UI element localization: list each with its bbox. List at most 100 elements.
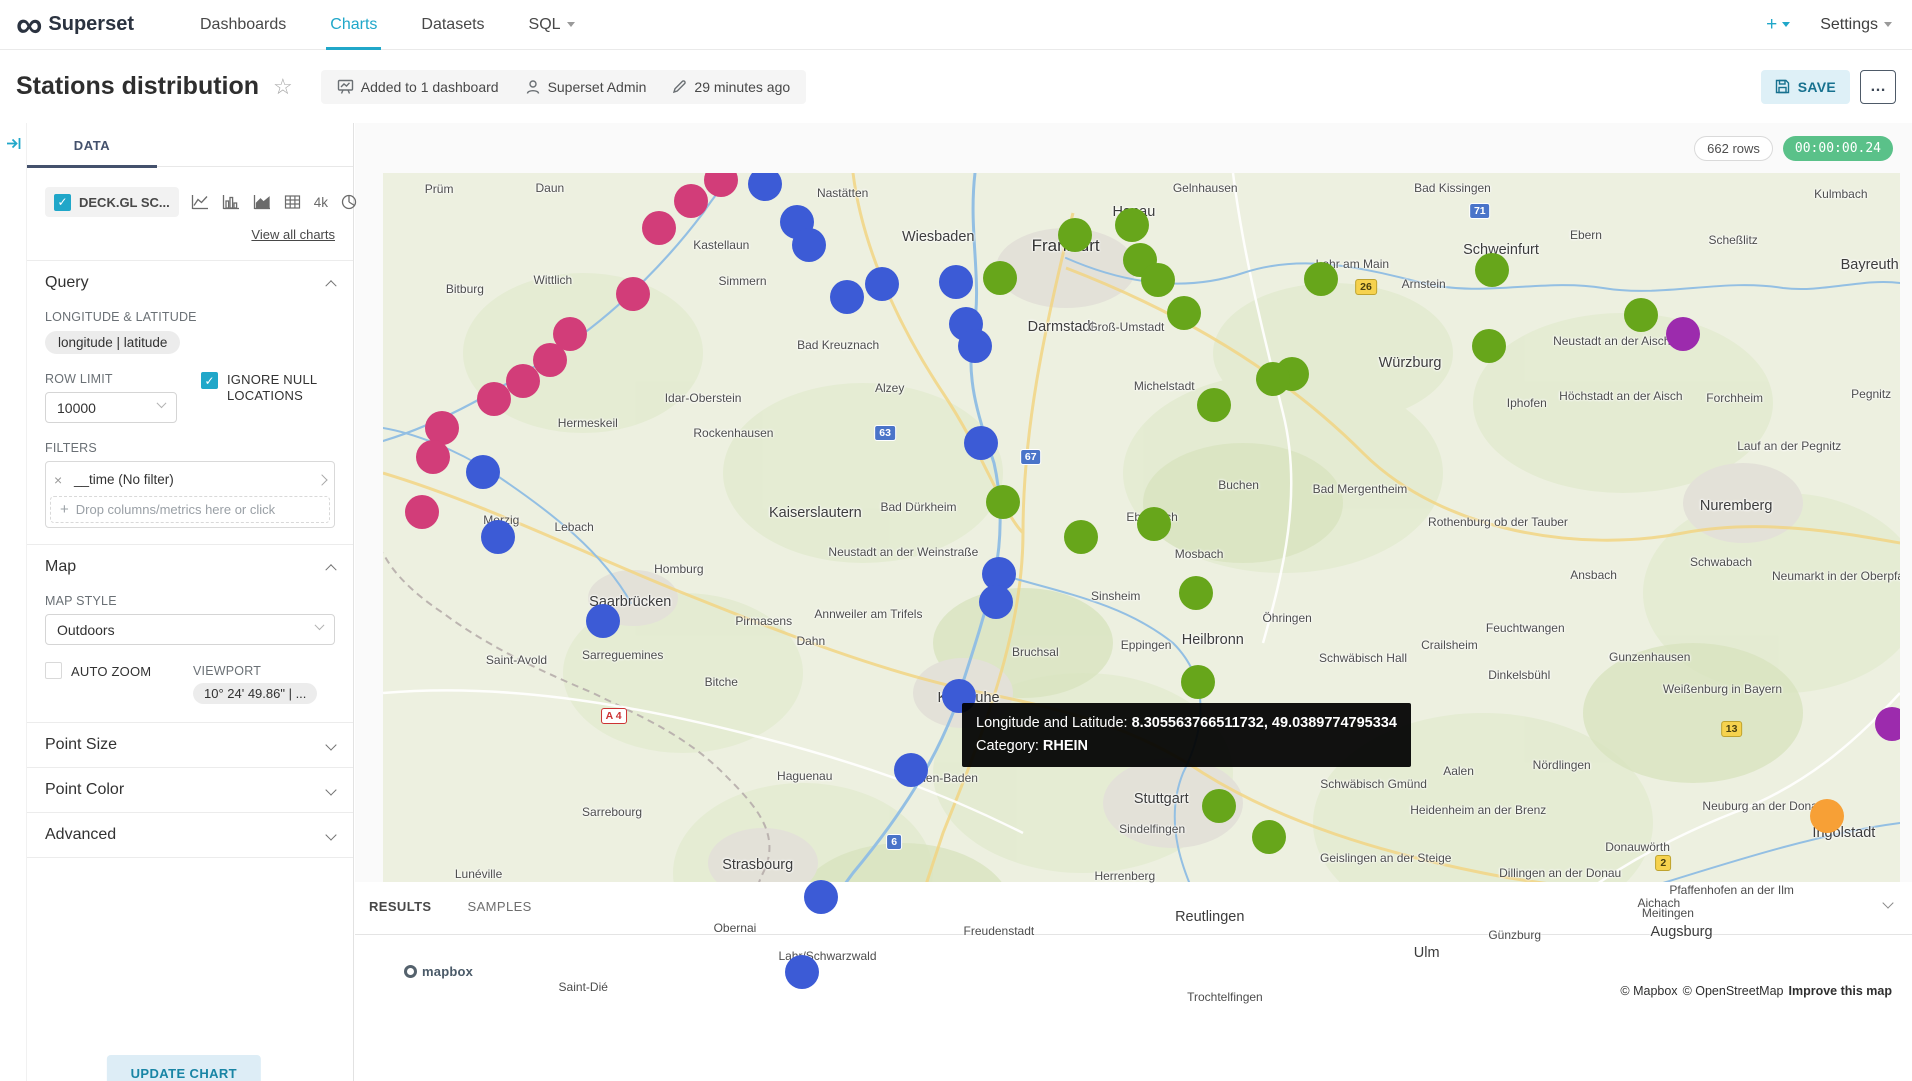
ignore-null-checkbox[interactable]: ✓ (201, 372, 218, 389)
map-point-green[interactable] (1167, 296, 1201, 330)
map-point-green[interactable] (983, 261, 1017, 295)
map-section-header[interactable]: Map (45, 558, 335, 576)
results-tab-samples[interactable]: SAMPLES (468, 899, 532, 914)
dashboard-count[interactable]: Added to 1 dashboard (337, 78, 499, 95)
viz-4k-label[interactable]: 4k (314, 195, 328, 210)
map-point-green[interactable] (1252, 820, 1286, 854)
viewport-value-pill[interactable]: 10° 24' 49.86" | ... (193, 683, 317, 704)
row-count-badge: 662 rows (1694, 136, 1773, 161)
viz-type-chip[interactable]: ✓ DECK.GL SC... (45, 187, 179, 217)
map-point-blue[interactable] (481, 520, 515, 554)
map-point-blue[interactable] (466, 455, 500, 489)
map-point-green[interactable] (1202, 789, 1236, 823)
map-point-blue[interactable] (958, 329, 992, 363)
remove-filter-icon[interactable]: × (54, 472, 74, 488)
section-advanced[interactable]: Advanced (27, 813, 353, 858)
map-point-green[interactable] (1181, 665, 1215, 699)
nav-item-dashboards[interactable]: Dashboards (178, 0, 308, 49)
map-point-purple[interactable] (1666, 317, 1700, 351)
caret-down-icon (1884, 22, 1892, 27)
collapse-panel-icon[interactable] (5, 135, 22, 152)
deckgl-map[interactable]: PrümDaunNastättenWiesbadenFrankfurtHanau… (383, 173, 1900, 1005)
map-style-select[interactable]: Outdoors (45, 614, 335, 645)
map-point-pink[interactable] (405, 495, 439, 529)
nav-item-sql[interactable]: SQL (507, 0, 597, 49)
improve-map-link[interactable]: Improve this map (1789, 984, 1893, 998)
map-attribution: © Mapbox © OpenStreetMap Improve this ma… (1620, 984, 1892, 998)
update-chart-button[interactable]: UPDATE CHART (107, 1055, 261, 1081)
table-icon[interactable] (284, 194, 301, 210)
top-navbar: ∞ Superset DashboardsChartsDatasetsSQL +… (0, 0, 1912, 50)
lonlat-value-pill[interactable]: longitude | latitude (45, 331, 180, 354)
osm-attribution-link[interactable]: © OpenStreetMap (1683, 984, 1784, 998)
map-point-blue[interactable] (804, 880, 838, 914)
query-timer-badge: 00:00:00.24 (1783, 136, 1893, 161)
map-point-green[interactable] (986, 485, 1020, 519)
map-point-blue[interactable] (830, 280, 864, 314)
map-point-blue[interactable] (865, 267, 899, 301)
map-point-blue[interactable] (586, 604, 620, 638)
map-point-orange[interactable] (1810, 799, 1844, 833)
new-item-button[interactable]: + (1766, 14, 1790, 36)
chevron-down-icon (315, 620, 325, 630)
viz-alternatives: 4k (191, 194, 357, 210)
map-point-blue[interactable] (964, 426, 998, 460)
superset-logo[interactable]: ∞ Superset (0, 6, 134, 44)
map-point-pink[interactable] (674, 184, 708, 218)
query-section-header[interactable]: Query (45, 274, 335, 292)
settings-menu[interactable]: Settings (1820, 16, 1892, 34)
mapbox-attribution-link[interactable]: © Mapbox (1620, 984, 1677, 998)
map-point-green[interactable] (1624, 298, 1658, 332)
chart-owner[interactable]: Superset Admin (525, 79, 647, 95)
map-point-green[interactable] (1256, 362, 1290, 396)
map-point-pink[interactable] (416, 440, 450, 474)
map-point-green[interactable] (1304, 262, 1338, 296)
favorite-star-icon[interactable]: ☆ (273, 76, 293, 98)
control-panel: DATA ✓ DECK.GL SC... (27, 123, 354, 1081)
tab-data[interactable]: DATA (27, 123, 157, 167)
map-point-blue[interactable] (939, 265, 973, 299)
pie-chart-icon[interactable] (341, 194, 357, 210)
results-collapse-icon[interactable] (1884, 894, 1892, 912)
map-point-green[interactable] (1058, 218, 1092, 252)
map-point-pink[interactable] (477, 382, 511, 416)
nav-item-charts[interactable]: Charts (308, 0, 399, 49)
map-point-green[interactable] (1141, 263, 1175, 297)
map-point-green[interactable] (1064, 520, 1098, 554)
tooltip-category-line: Category: RHEIN (976, 735, 1397, 758)
section-point-color[interactable]: Point Color (27, 768, 353, 813)
bar-chart-icon[interactable] (222, 194, 240, 210)
map-point-green[interactable] (1115, 208, 1149, 242)
map-point-pink[interactable] (533, 343, 567, 377)
save-button[interactable]: SAVE (1761, 70, 1850, 104)
auto-zoom-control: AUTO ZOOM (45, 662, 193, 704)
more-options-button[interactable]: … (1860, 70, 1896, 104)
page-title: Stations distribution (16, 72, 259, 101)
last-modified[interactable]: 29 minutes ago (672, 79, 790, 95)
auto-zoom-checkbox[interactable] (45, 662, 62, 679)
view-all-charts-link[interactable]: View all charts (251, 227, 335, 242)
mapbox-logo[interactable]: mapbox (397, 960, 483, 983)
map-point-pink[interactable] (616, 277, 650, 311)
nav-item-datasets[interactable]: Datasets (399, 0, 506, 49)
section-point-size[interactable]: Point Size (27, 723, 353, 768)
results-tab-results[interactable]: RESULTS (369, 899, 432, 914)
map-point-pink[interactable] (506, 364, 540, 398)
map-point-green[interactable] (1179, 576, 1213, 610)
viz-type-row: ✓ DECK.GL SC... (45, 187, 335, 217)
filters-drop-zone[interactable]: + Drop columns/metrics here or click (50, 496, 330, 523)
map-point-green[interactable] (1197, 388, 1231, 422)
map-point-blue[interactable] (785, 955, 819, 989)
section-label: Advanced (45, 826, 116, 844)
map-point-blue[interactable] (792, 228, 826, 262)
map-point-green[interactable] (1475, 253, 1509, 287)
filter-chip-time[interactable]: × __time (No filter) (50, 466, 330, 493)
map-point-blue[interactable] (979, 585, 1013, 619)
map-point-green[interactable] (1137, 507, 1171, 541)
map-point-green[interactable] (1472, 329, 1506, 363)
map-point-blue[interactable] (894, 753, 928, 787)
map-point-pink[interactable] (642, 211, 676, 245)
area-chart-icon[interactable] (253, 194, 271, 210)
line-chart-icon[interactable] (191, 194, 209, 210)
row-limit-select[interactable]: 10000 (45, 392, 177, 423)
